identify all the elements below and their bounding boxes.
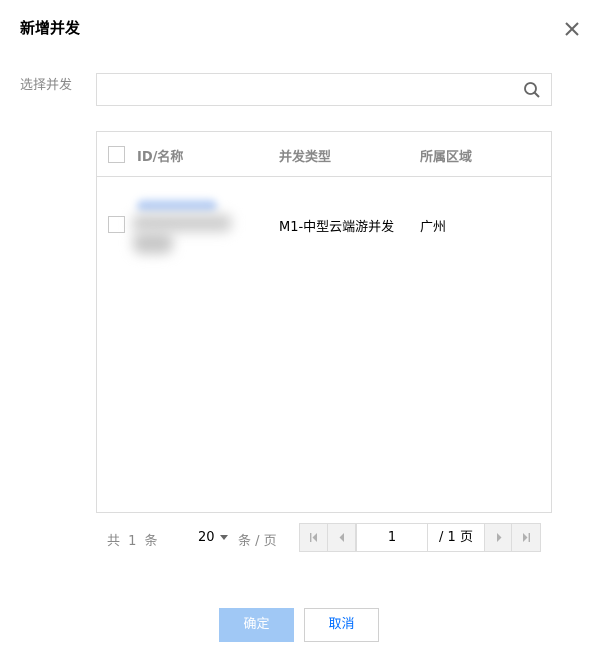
page-size-value: 20 bbox=[198, 530, 215, 545]
add-concurrency-dialog: 新增并发 选择并发 ID/名称 并发类型 所属区域 M1-中型云端游并发 广州 … bbox=[0, 0, 600, 649]
table-header: ID/名称 并发类型 所属区域 bbox=[97, 132, 551, 177]
first-page-button[interactable] bbox=[300, 524, 328, 551]
page-size-unit: 条 / 页 bbox=[238, 534, 277, 549]
search-icon[interactable] bbox=[523, 81, 541, 99]
pagination-total: 共 1 条 bbox=[107, 534, 160, 549]
cancel-button[interactable]: 取消 bbox=[304, 608, 379, 642]
select-concurrency-label: 选择并发 bbox=[20, 78, 73, 93]
row-type: M1-中型云端游并发 bbox=[279, 220, 395, 235]
search-input[interactable] bbox=[97, 74, 517, 105]
table-row[interactable]: M1-中型云端游并发 广州 bbox=[97, 178, 551, 273]
pagination-controls: 1 / 1 页 bbox=[299, 523, 541, 552]
prev-page-button[interactable] bbox=[328, 524, 356, 551]
current-page-input[interactable]: 1 bbox=[356, 524, 428, 551]
dialog-title: 新增并发 bbox=[20, 19, 81, 37]
column-header-type: 并发类型 bbox=[279, 150, 332, 165]
select-all-checkbox[interactable] bbox=[108, 146, 125, 163]
next-page-button[interactable] bbox=[484, 524, 512, 551]
column-header-region: 所属区域 bbox=[420, 150, 473, 165]
confirm-button[interactable]: 确定 bbox=[219, 608, 294, 642]
close-icon[interactable] bbox=[562, 19, 582, 39]
last-page-button[interactable] bbox=[512, 524, 540, 551]
row-checkbox[interactable] bbox=[108, 216, 125, 233]
column-header-id-name: ID/名称 bbox=[137, 150, 184, 165]
concurrency-table: ID/名称 并发类型 所属区域 M1-中型云端游并发 广州 bbox=[96, 131, 552, 513]
total-pages: / 1 页 bbox=[439, 530, 473, 545]
page-size-select[interactable]: 20 bbox=[198, 530, 228, 545]
search-box bbox=[96, 73, 552, 106]
redacted-id-name bbox=[129, 198, 234, 258]
caret-down-icon bbox=[219, 535, 228, 540]
row-region: 广州 bbox=[420, 220, 447, 235]
